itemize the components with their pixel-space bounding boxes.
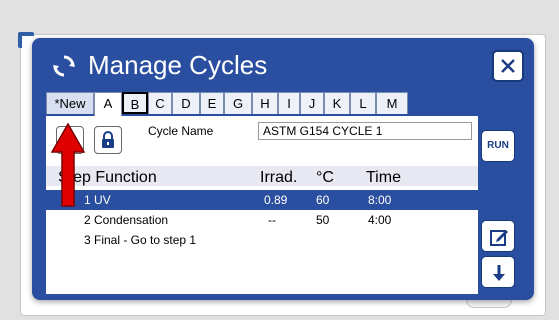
header-temp: °C xyxy=(316,169,334,186)
tab-j[interactable]: J xyxy=(300,92,324,114)
move-down-button[interactable] xyxy=(481,256,515,288)
tab-d[interactable]: D xyxy=(172,92,200,114)
refresh-icon xyxy=(53,55,75,77)
table-header: Step Function Irrad. °C Time xyxy=(46,166,478,186)
lock-button[interactable] xyxy=(94,126,122,154)
cycle-name-label: Cycle Name xyxy=(148,124,214,138)
tab-l[interactable]: L xyxy=(350,92,376,114)
tab-m[interactable]: M xyxy=(376,92,408,114)
irrad-cell: -- xyxy=(268,213,276,227)
table-row[interactable]: 2 Condensation -- 50 4:00 xyxy=(46,210,478,230)
tab-b[interactable]: B xyxy=(122,92,148,114)
tab-e[interactable]: E xyxy=(200,92,224,114)
lock-icon xyxy=(102,131,114,148)
dialog-title: Manage Cycles xyxy=(88,50,268,80)
tab-k[interactable]: K xyxy=(324,92,350,114)
table-row[interactable]: 1 UV 0.89 60 8:00 xyxy=(46,190,478,210)
tab-g[interactable]: G xyxy=(224,92,252,114)
tab-i[interactable]: I xyxy=(278,92,300,114)
edit-button[interactable] xyxy=(481,220,515,252)
run-button[interactable]: RUN xyxy=(481,130,515,162)
cycle-tabs: *New A B C D E G H I J K L M xyxy=(46,92,408,116)
arrow-down-icon xyxy=(493,265,505,281)
tab-new[interactable]: *New xyxy=(46,92,94,114)
irrad-cell: 0.89 xyxy=(264,193,288,207)
tab-c[interactable]: C xyxy=(148,92,172,114)
step-cell: 2 Condensation xyxy=(84,213,169,227)
header-time: Time xyxy=(366,169,401,186)
table-row[interactable]: 3 Final - Go to step 1 xyxy=(46,230,478,250)
header-irrad: Irrad. xyxy=(260,169,298,186)
red-arrow-annotation xyxy=(51,122,85,207)
cycle-name-field[interactable]: ASTM G154 CYCLE 1 xyxy=(258,122,472,140)
close-button[interactable] xyxy=(492,50,524,82)
edit-icon xyxy=(490,230,508,246)
time-cell: 4:00 xyxy=(368,213,392,227)
step-cell: 3 Final - Go to step 1 xyxy=(84,233,197,247)
close-icon xyxy=(501,59,515,73)
time-cell: 8:00 xyxy=(368,193,392,207)
temp-cell: 60 xyxy=(316,193,330,207)
tab-h[interactable]: H xyxy=(252,92,278,114)
step-cell: 1 UV xyxy=(84,193,111,207)
temp-cell: 50 xyxy=(316,213,330,227)
tab-a[interactable]: A xyxy=(94,92,122,116)
